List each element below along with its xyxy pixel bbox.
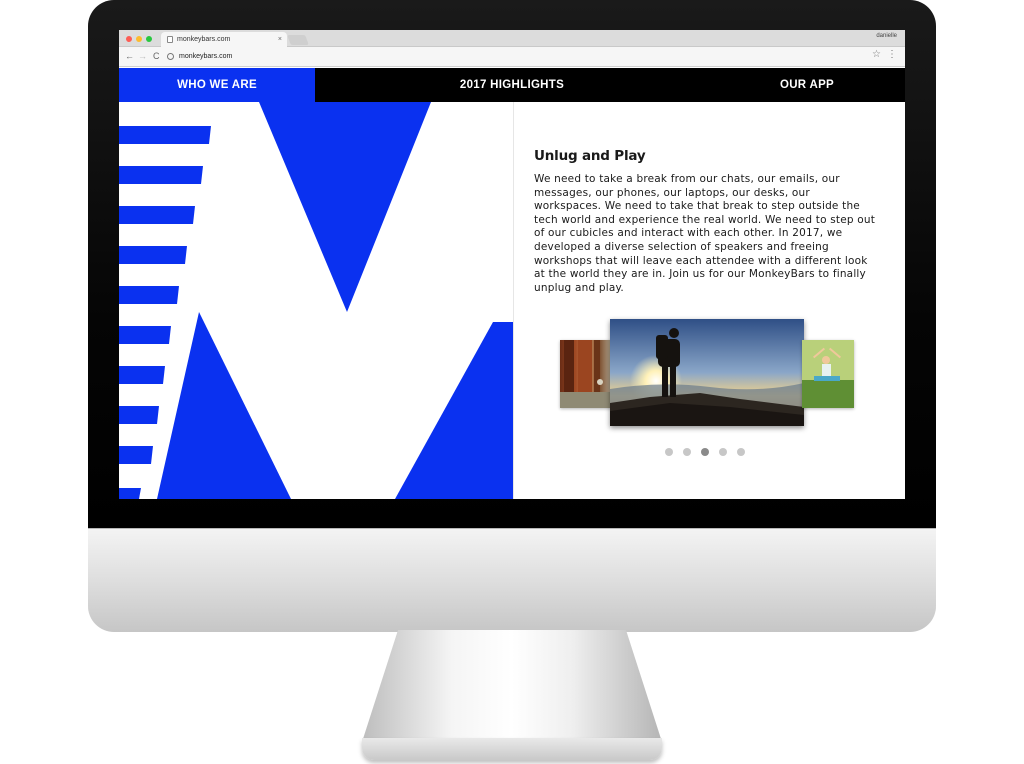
browser-tab[interactable]: monkeybars.com × xyxy=(161,32,287,47)
hero-graphic xyxy=(119,102,513,499)
column-divider xyxy=(513,102,514,499)
page-icon xyxy=(167,36,173,43)
yoga-in-park-photo[interactable] xyxy=(802,340,854,408)
close-window-button[interactable] xyxy=(126,36,132,42)
hiker-sunset-image xyxy=(610,319,804,426)
nav-who-we-are[interactable]: WHO WE ARE xyxy=(119,68,315,102)
redwood-forest-photo[interactable] xyxy=(560,340,612,408)
info-icon[interactable] xyxy=(167,53,174,60)
carousel-dot-4[interactable] xyxy=(719,448,727,456)
section-title: Unlug and Play xyxy=(534,148,646,164)
back-arrow-icon[interactable]: ← xyxy=(125,50,134,62)
profile-name[interactable]: danielle xyxy=(876,33,897,39)
browser-tab-bar: monkeybars.com × danielle xyxy=(119,30,905,47)
image-carousel[interactable] xyxy=(560,319,856,467)
section-body: We need to take a break from our chats, … xyxy=(534,173,876,294)
browser-tab-title: monkeybars.com xyxy=(177,36,231,43)
carousel-dot-2[interactable] xyxy=(683,448,691,456)
monitor-stand xyxy=(362,630,662,742)
screen: monkeybars.com × danielle ← → C monkeyba… xyxy=(119,30,905,499)
new-tab-button[interactable] xyxy=(287,35,309,45)
monitor-stand-base xyxy=(362,738,662,760)
carousel-dots xyxy=(665,448,749,458)
redwood-forest-image xyxy=(560,340,612,408)
maximize-window-button[interactable] xyxy=(146,36,152,42)
carousel-dot-5[interactable] xyxy=(737,448,745,456)
forward-arrow-icon[interactable]: → xyxy=(138,50,147,62)
bookmark-star-icon[interactable]: ☆ xyxy=(872,49,881,60)
address-bar[interactable]: monkeybars.com xyxy=(167,50,887,63)
hiker-on-rock-sunset-photo[interactable] xyxy=(610,319,804,426)
m-logo-graphic xyxy=(119,102,513,499)
yoga-park-image xyxy=(802,340,854,408)
site-nav: WHO WE ARE 2017 HIGHLIGHTS OUR APP xyxy=(119,68,905,102)
address-url[interactable]: monkeybars.com xyxy=(179,53,232,60)
browser-toolbar: ← → C monkeybars.com ☆ ⋮ xyxy=(119,47,905,67)
close-tab-icon[interactable]: × xyxy=(278,32,282,47)
minimize-window-button[interactable] xyxy=(136,36,142,42)
carousel-dot-3[interactable] xyxy=(701,448,709,456)
nav-our-app[interactable]: OUR APP xyxy=(759,68,855,102)
browser-menu-icon[interactable]: ⋮ xyxy=(887,49,897,60)
monitor-chin xyxy=(88,528,936,632)
reload-icon[interactable]: C xyxy=(153,50,160,62)
nav-2017-highlights[interactable]: 2017 HIGHLIGHTS xyxy=(419,68,605,102)
carousel-dot-1[interactable] xyxy=(665,448,673,456)
